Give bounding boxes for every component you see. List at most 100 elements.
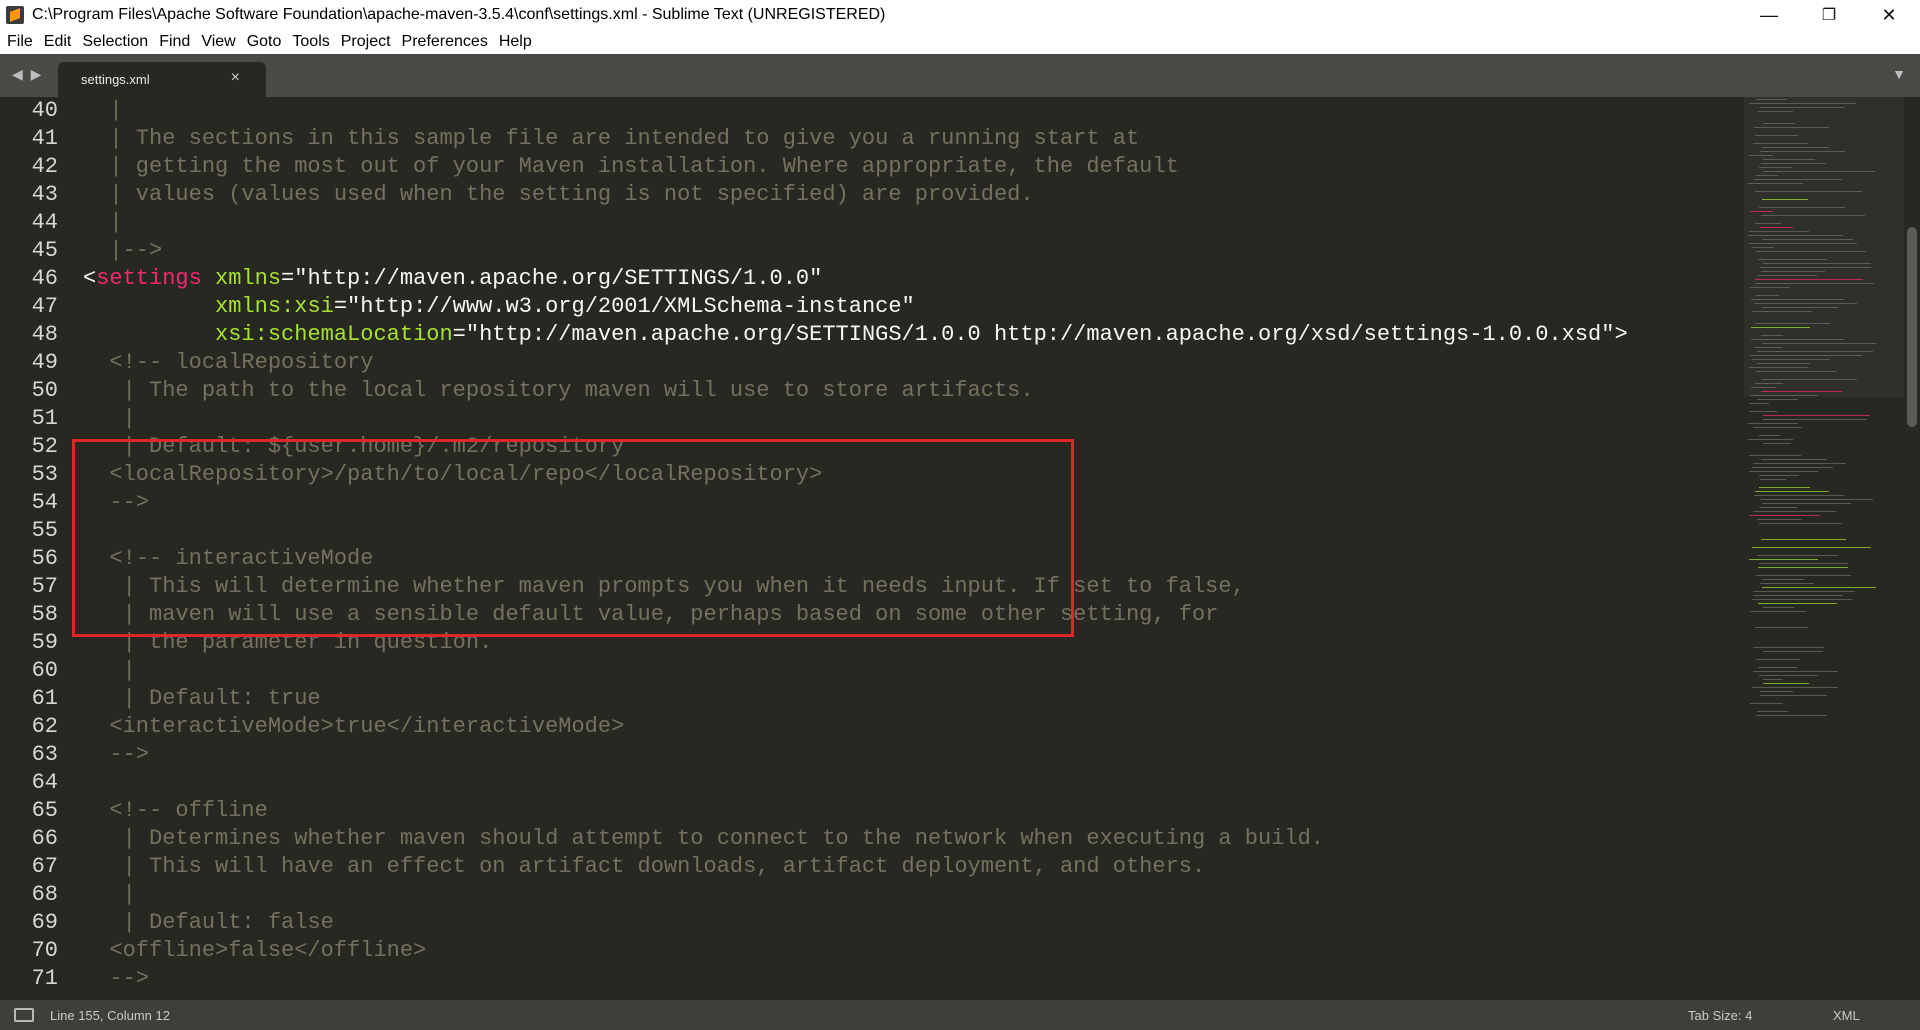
minimap-stroke [1758,567,1848,568]
line-number-gutter: 40 41 42 43 44 45 46 47 48 49 50 51 52 53 54 55 56 57 58 59… [0,97,66,1000]
code-token: xmlns:xsi [215,294,334,319]
minimap-stroke [1762,579,1804,580]
minimap-stroke [1761,215,1865,216]
menu-edit[interactable]: Edit [40,33,79,51]
code-line[interactable]: <offline>false</offline> [83,937,426,965]
code-line[interactable]: xsi:schemaLocation="http://maven.apache.… [83,321,1628,349]
code-line[interactable]: | [83,209,122,237]
line-number: 66 [31,826,58,851]
code-line[interactable]: | [83,97,122,125]
menu-goto[interactable]: Goto [243,33,289,51]
code-line[interactable]: <localRepository>/path/to/local/repo</lo… [83,461,822,489]
code-line[interactable]: | This will have an effect on artifact d… [83,853,1206,881]
menu-tools[interactable]: Tools [288,33,336,51]
menu-help[interactable]: Help [495,33,539,51]
code-line[interactable]: --> [83,489,149,517]
code-token: --> [83,742,150,767]
minimap-stroke [1760,107,1845,108]
tab-size-selector[interactable]: Tab Size: 4 [1688,1008,1752,1023]
panel-toggle-icon[interactable] [14,1008,34,1022]
line-number: 63 [31,742,58,767]
code-line[interactable]: | This will determine whether maven prom… [83,573,1245,601]
line-number: 68 [31,882,58,907]
minimap-stroke [1759,207,1845,208]
minimize-button[interactable]: — [1740,0,1798,30]
line-number: 41 [31,126,58,151]
tab-dropdown-icon[interactable]: ▼ [1892,66,1906,82]
code-line[interactable]: | values (values used when the setting i… [83,181,1033,209]
menu-view[interactable]: View [197,33,242,51]
minimap[interactable] [1744,97,1904,1000]
line-number: 50 [31,378,58,403]
code-token: ="http://www.w3.org/2001/XMLSchema-insta… [333,294,915,319]
minimap-stroke [1755,191,1862,192]
minimap-stroke [1763,171,1875,172]
menu-preferences[interactable]: Preferences [398,33,495,51]
minimap-stroke [1759,563,1848,564]
minimap-stroke [1754,347,1782,348]
minimap-stroke [1749,231,1809,232]
code-editor[interactable]: 40 41 42 43 44 45 46 47 48 49 50 51 52 53 54 55 56 57 58 59… [0,97,1920,1000]
minimap-stroke [1759,475,1799,476]
code-line[interactable]: <!-- offline [83,797,267,825]
minimap-stroke [1762,147,1829,148]
code-line[interactable]: <!-- localRepository [83,349,373,377]
menu-file[interactable]: File [3,33,40,51]
line-number: 70 [31,938,58,963]
code-line[interactable]: | Determines whether maven should attemp… [83,825,1324,853]
code-line[interactable]: | Default: false [83,909,334,937]
minimap-stroke [1753,647,1824,648]
code-line[interactable]: --> [83,965,149,993]
code-area[interactable]: | | The sections in this sample file are… [83,97,1743,1000]
code-line[interactable]: | [83,405,136,433]
vertical-scrollbar[interactable] [1904,97,1920,1000]
syntax-selector[interactable]: XML [1833,1008,1860,1023]
minimap-stroke [1749,243,1857,244]
minimap-stroke [1756,99,1787,100]
minimap-stroke [1750,211,1773,212]
code-line[interactable]: | the parameter in question. [83,629,493,657]
tab-nav-arrows-icon[interactable]: ◀ ▶ [12,66,43,83]
minimap-stroke [1762,199,1808,200]
line-number: 67 [31,854,58,879]
code-token: xsi:schemaLocation [215,322,453,347]
code-token: | This will determine whether maven prom… [83,574,1245,599]
code-line[interactable]: | Default: ${user.home}/.m2/repository [83,433,625,461]
code-line[interactable]: <interactiveMode>true</interactiveMode> [83,713,624,741]
tab-label: settings.xml [81,72,150,87]
code-line[interactable]: | [83,657,136,685]
code-line[interactable]: <!-- interactiveMode [83,545,373,573]
minimap-stroke [1749,455,1801,456]
code-token: | [83,882,136,907]
close-window-button[interactable]: ✕ [1860,0,1918,30]
code-line[interactable]: --> [83,741,149,769]
menu-find[interactable]: Find [155,33,197,51]
code-line[interactable]: |--> [83,237,162,265]
line-number: 61 [31,686,58,711]
minimap-stroke [1755,283,1874,284]
restore-button[interactable]: ❐ [1800,0,1858,30]
title-bar: C:\Program Files\Apache Software Foundat… [0,0,1920,30]
menu-project[interactable]: Project [337,33,398,51]
code-line[interactable]: <settings xmlns="http://maven.apache.org… [83,265,822,293]
code-line[interactable]: | maven will use a sensible default valu… [83,601,1219,629]
tab-close-icon[interactable]: × [231,69,240,87]
code-line[interactable]: | [83,881,136,909]
minimap-stroke [1763,683,1809,684]
minimap-stroke [1762,307,1838,308]
code-line[interactable]: | Default: true [83,685,321,713]
minimap-stroke [1755,491,1829,492]
minimap-stroke [1762,503,1851,504]
code-line[interactable]: | The path to the local repository maven… [83,377,1034,405]
code-line[interactable]: xmlns:xsi="http://www.w3.org/2001/XMLSch… [83,293,915,321]
minimap-stroke [1756,659,1800,660]
code-line[interactable]: | getting the most out of your Maven ins… [83,153,1178,181]
scrollbar-thumb[interactable] [1907,227,1917,427]
code-line[interactable]: | The sections in this sample file are i… [83,125,1139,153]
minimap-stroke [1757,711,1788,712]
minimap-stroke [1756,371,1837,372]
tab-settings-xml[interactable]: settings.xml × [58,62,266,97]
menu-selection[interactable]: Selection [78,33,155,51]
minimap-stroke [1760,227,1793,228]
line-number: 64 [31,770,58,795]
